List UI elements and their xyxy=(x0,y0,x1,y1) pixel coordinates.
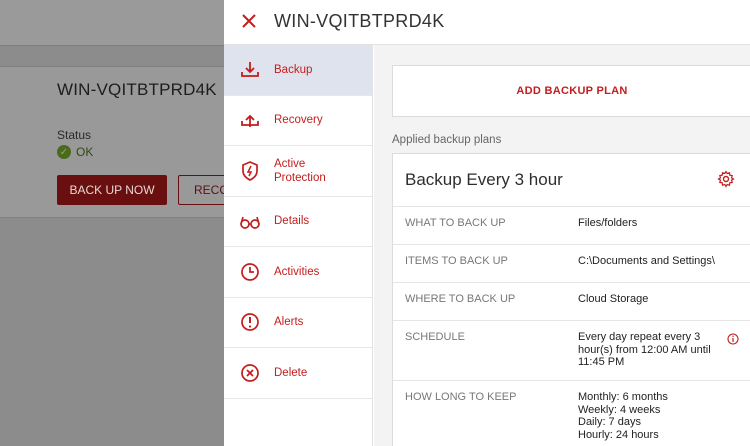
background-status: ✓ OK xyxy=(57,145,93,159)
clock-icon xyxy=(241,262,259,281)
row-value: Cloud Storage xyxy=(578,293,649,305)
plan-row-retention: HOW LONG TO KEEP Monthly: 6 months Weekl… xyxy=(393,380,750,446)
backup-icon xyxy=(241,61,259,77)
info-icon[interactable] xyxy=(727,333,739,345)
nav-item-label: Recovery xyxy=(274,114,323,127)
nav-item-label: Activities xyxy=(274,265,320,278)
delete-icon xyxy=(241,363,259,382)
row-key: HOW LONG TO KEEP xyxy=(405,391,517,403)
plan-title: Backup Every 3 hour xyxy=(405,170,563,189)
nav-item-label: Backup xyxy=(274,63,313,76)
row-key: SCHEDULE xyxy=(405,331,465,343)
drawer-header: WIN-VQITBTPRD4K xyxy=(224,0,750,45)
row-key: ITEMS TO BACK UP xyxy=(405,255,508,267)
nav-item-details[interactable]: Details xyxy=(224,197,372,247)
plan-row-items: ITEMS TO BACK UP C:\Documents and Settin… xyxy=(393,244,750,282)
plan-row-what: WHAT TO BACK UP Files/folders xyxy=(393,206,750,244)
nav-item-activities[interactable]: Activities xyxy=(224,247,372,298)
applied-backup-plans-label: Applied backup plans xyxy=(392,134,502,146)
nav-item-delete[interactable]: Delete xyxy=(224,348,372,399)
glasses-icon xyxy=(240,217,260,230)
nav-item-label: Alerts xyxy=(274,316,304,329)
background-status-label: Status xyxy=(57,128,92,142)
row-value: Files/folders xyxy=(578,217,638,229)
alert-icon xyxy=(241,313,259,332)
nav-item-alerts[interactable]: Alerts xyxy=(224,298,372,348)
drawer-content: ADD BACKUP PLAN Applied backup plans Bac… xyxy=(374,45,750,446)
nav-item-label: Active Protection xyxy=(274,157,326,184)
plan-row-where: WHERE TO BACK UP Cloud Storage xyxy=(393,282,750,320)
gear-icon[interactable] xyxy=(717,170,735,188)
close-icon[interactable] xyxy=(240,12,258,30)
drawer-title: WIN-VQITBTPRD4K xyxy=(274,11,445,31)
row-value: Every day repeat every 3 hour(s) from 12… xyxy=(578,331,711,368)
check-icon: ✓ xyxy=(57,145,71,159)
add-backup-plan-button[interactable]: ADD BACKUP PLAN xyxy=(392,65,750,117)
nav-item-active-protection[interactable]: Active Protection xyxy=(224,146,372,197)
nav-item-recovery[interactable]: Recovery xyxy=(224,96,372,146)
nav-item-label: Details xyxy=(274,215,310,228)
plan-row-schedule: SCHEDULE Every day repeat every 3 hour(s… xyxy=(393,320,750,380)
drawer-sidenav: Backup Recovery Active Protection Detail… xyxy=(224,45,373,446)
shield-icon xyxy=(242,160,258,181)
row-key: WHAT TO BACK UP xyxy=(405,217,506,229)
row-value: C:\Documents and Settings\ xyxy=(578,255,715,267)
background-status-value: OK xyxy=(76,145,94,159)
background-device-title: WIN-VQITBTPRD4K xyxy=(57,80,217,99)
row-value: Monthly: 6 months Weekly: 4 weeks Daily:… xyxy=(578,391,668,441)
device-drawer: WIN-VQITBTPRD4K Backup Recovery Active P… xyxy=(224,0,750,446)
backup-plan-card: Backup Every 3 hour WHAT TO BACK UP File… xyxy=(392,153,750,446)
recovery-icon xyxy=(241,114,259,128)
back-up-now-button: BACK UP NOW xyxy=(57,175,167,205)
background-topbar xyxy=(0,0,224,46)
nav-item-backup[interactable]: Backup xyxy=(224,45,372,96)
row-key: WHERE TO BACK UP xyxy=(405,293,516,305)
nav-item-label: Delete xyxy=(274,366,308,379)
